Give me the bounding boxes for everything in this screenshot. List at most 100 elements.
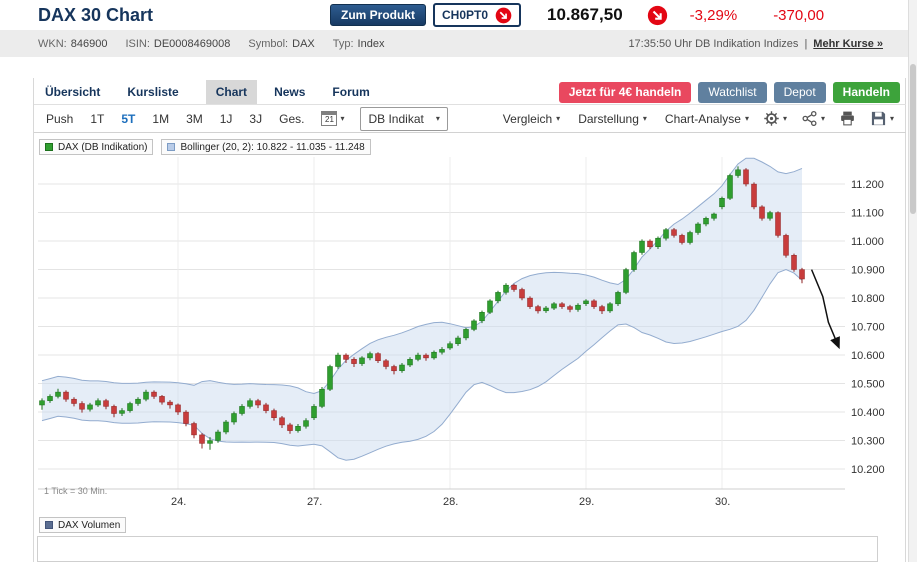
chevron-down-icon: ▾ [745,114,749,123]
period-3m[interactable]: 3M [186,112,203,126]
instrument-info-bar: WKN:846900 ISIN:DE0008469008 Symbol:DAX … [0,30,917,57]
dax-series-swatch [45,143,53,151]
separator: | [804,38,807,50]
watchlist-button[interactable]: Watchlist [698,82,766,103]
svg-text:10.300: 10.300 [851,436,885,448]
current-price: 10.867,50 [547,5,623,25]
wkn-value: 846900 [71,38,108,50]
volume-series-swatch [45,521,53,529]
change-absolute: -370,00 [773,7,824,24]
indicators-button[interactable]: ▾ [801,110,825,127]
quote-timestamp: 17:35:50 Uhr DB Indikation Indizes [628,38,798,50]
legend-bollinger: Bollinger (20, 2): 10.822 - 11.035 - 11.… [161,139,370,155]
period-1j[interactable]: 1J [220,112,233,126]
chevron-down-icon: ▾ [436,114,440,123]
down-trend-icon [647,5,668,26]
chevron-down-icon: ▾ [556,114,560,123]
isin-value: DE0008469008 [154,38,230,50]
mehr-kurse-link[interactable]: Mehr Kurse » [813,38,883,50]
page-scrollbar[interactable] [908,0,917,562]
chevron-down-icon: ▾ [340,114,344,123]
svg-text:30.: 30. [715,496,730,508]
volume-panel [37,536,878,562]
tab-kursliste[interactable]: Kursliste [127,85,178,99]
svg-text:28.: 28. [443,496,458,508]
chevron-down-icon: ▾ [890,114,894,123]
scrollbar-thumb[interactable] [910,64,916,214]
gear-icon [763,110,780,127]
tab-forum[interactable]: Forum [332,85,369,99]
vergleich-label: Vergleich [503,112,552,126]
depot-button[interactable]: Depot [774,82,826,103]
period-push[interactable]: Push [46,112,73,126]
typ-value: Index [358,38,385,50]
wkn-label: WKN: [38,38,67,50]
chart-settings-button[interactable]: ▾ [763,110,787,127]
isin-label: ISIN: [125,38,149,50]
trade-now-button[interactable]: Jetzt für 4€ handeln [559,82,692,103]
svg-text:27.: 27. [307,496,322,508]
legend-bollinger-label: Bollinger (20, 2): 10.822 - 11.035 - 11.… [180,142,364,153]
period-3j[interactable]: 3J [249,112,262,126]
chevron-down-icon: ▾ [783,114,787,123]
product-code-label: CH0PT0 [442,8,488,22]
legend-dax: DAX (DB Indikation) [39,139,153,155]
calendar-icon: 21 [321,111,337,126]
svg-text:10.400: 10.400 [851,407,885,419]
svg-text:10.600: 10.600 [851,350,885,362]
period-ges[interactable]: Ges. [279,112,304,126]
share-nodes-icon [801,110,818,127]
svg-text:10.200: 10.200 [851,464,885,476]
vergleich-menu[interactable]: Vergleich ▾ [503,112,560,126]
svg-text:10.800: 10.800 [851,293,885,305]
candlestick-chart-canvas[interactable]: 11.200 11.100 11.000 10.900 10.800 10.700 10.6… [38,157,908,509]
bollinger-series-swatch [167,143,175,151]
dax-chart-page: DAX 30 Chart Zum Produkt CH0PT0 10.867,5… [0,0,917,562]
svg-text:1 Tick = 30 Min.: 1 Tick = 30 Min. [44,486,107,496]
svg-text:10.900: 10.900 [851,265,885,277]
chart-legend-row: DAX (DB Indikation) Bollinger (20, 2): 1… [39,139,371,155]
symbol-value: DAX [292,38,315,50]
print-button[interactable] [839,110,856,127]
tab-uebersicht[interactable]: Übersicht [45,85,100,99]
svg-text:10.500: 10.500 [851,379,885,391]
darstellung-menu[interactable]: Darstellung ▾ [578,112,647,126]
quote-source-select[interactable]: DB Indikat ▾ [360,107,447,131]
printer-icon [839,110,856,127]
date-range-picker[interactable]: 21 ▾ [321,111,344,126]
tab-bar: Übersicht Kursliste Chart News Forum Jet… [45,80,900,104]
product-code-button[interactable]: CH0PT0 [433,3,521,27]
price-chart[interactable]: 11.200 11.100 11.000 10.900 10.800 10.700 10.6… [38,157,908,509]
volume-legend: DAX Volumen [39,517,126,533]
period-1m[interactable]: 1M [152,112,169,126]
chart-toolbar: Push 1T 5T 1M 3M 1J 3J Ges. 21 ▾ DB Indi… [34,104,906,133]
svg-text:10.700: 10.700 [851,322,885,334]
save-chart-button[interactable]: ▾ [870,110,894,127]
instrument-fields: WKN:846900 ISIN:DE0008469008 Symbol:DAX … [38,38,384,50]
chevron-down-icon: ▾ [821,114,825,123]
volume-legend-label: DAX Volumen [58,520,120,531]
page-title: DAX 30 Chart [38,5,330,26]
zum-produkt-button[interactable]: Zum Produkt [330,4,426,26]
svg-text:24.: 24. [171,496,186,508]
chart-analyse-menu[interactable]: Chart-Analyse ▾ [665,112,749,126]
svg-text:11.000: 11.000 [851,236,884,248]
tab-news[interactable]: News [274,85,305,99]
svg-text:11.200: 11.200 [851,179,884,191]
legend-dax-label: DAX (DB Indikation) [58,142,147,153]
darstellung-label: Darstellung [578,112,639,126]
period-5t[interactable]: 5T [121,112,135,126]
period-1t[interactable]: 1T [90,112,104,126]
chevron-down-icon: ▾ [643,114,647,123]
down-trend-icon [495,7,512,24]
change-percent: -3,29% [690,7,738,24]
tab-chart[interactable]: Chart [206,80,257,104]
svg-text:11.100: 11.100 [851,208,884,220]
quote-source-value: DB Indikat [368,112,423,126]
chart-analyse-label: Chart-Analyse [665,112,741,126]
header-bar: DAX 30 Chart Zum Produkt CH0PT0 10.867,5… [0,0,908,30]
handeln-button[interactable]: Handeln [833,82,900,103]
typ-label: Typ: [333,38,354,50]
symbol-label: Symbol: [248,38,288,50]
save-icon [870,110,887,127]
